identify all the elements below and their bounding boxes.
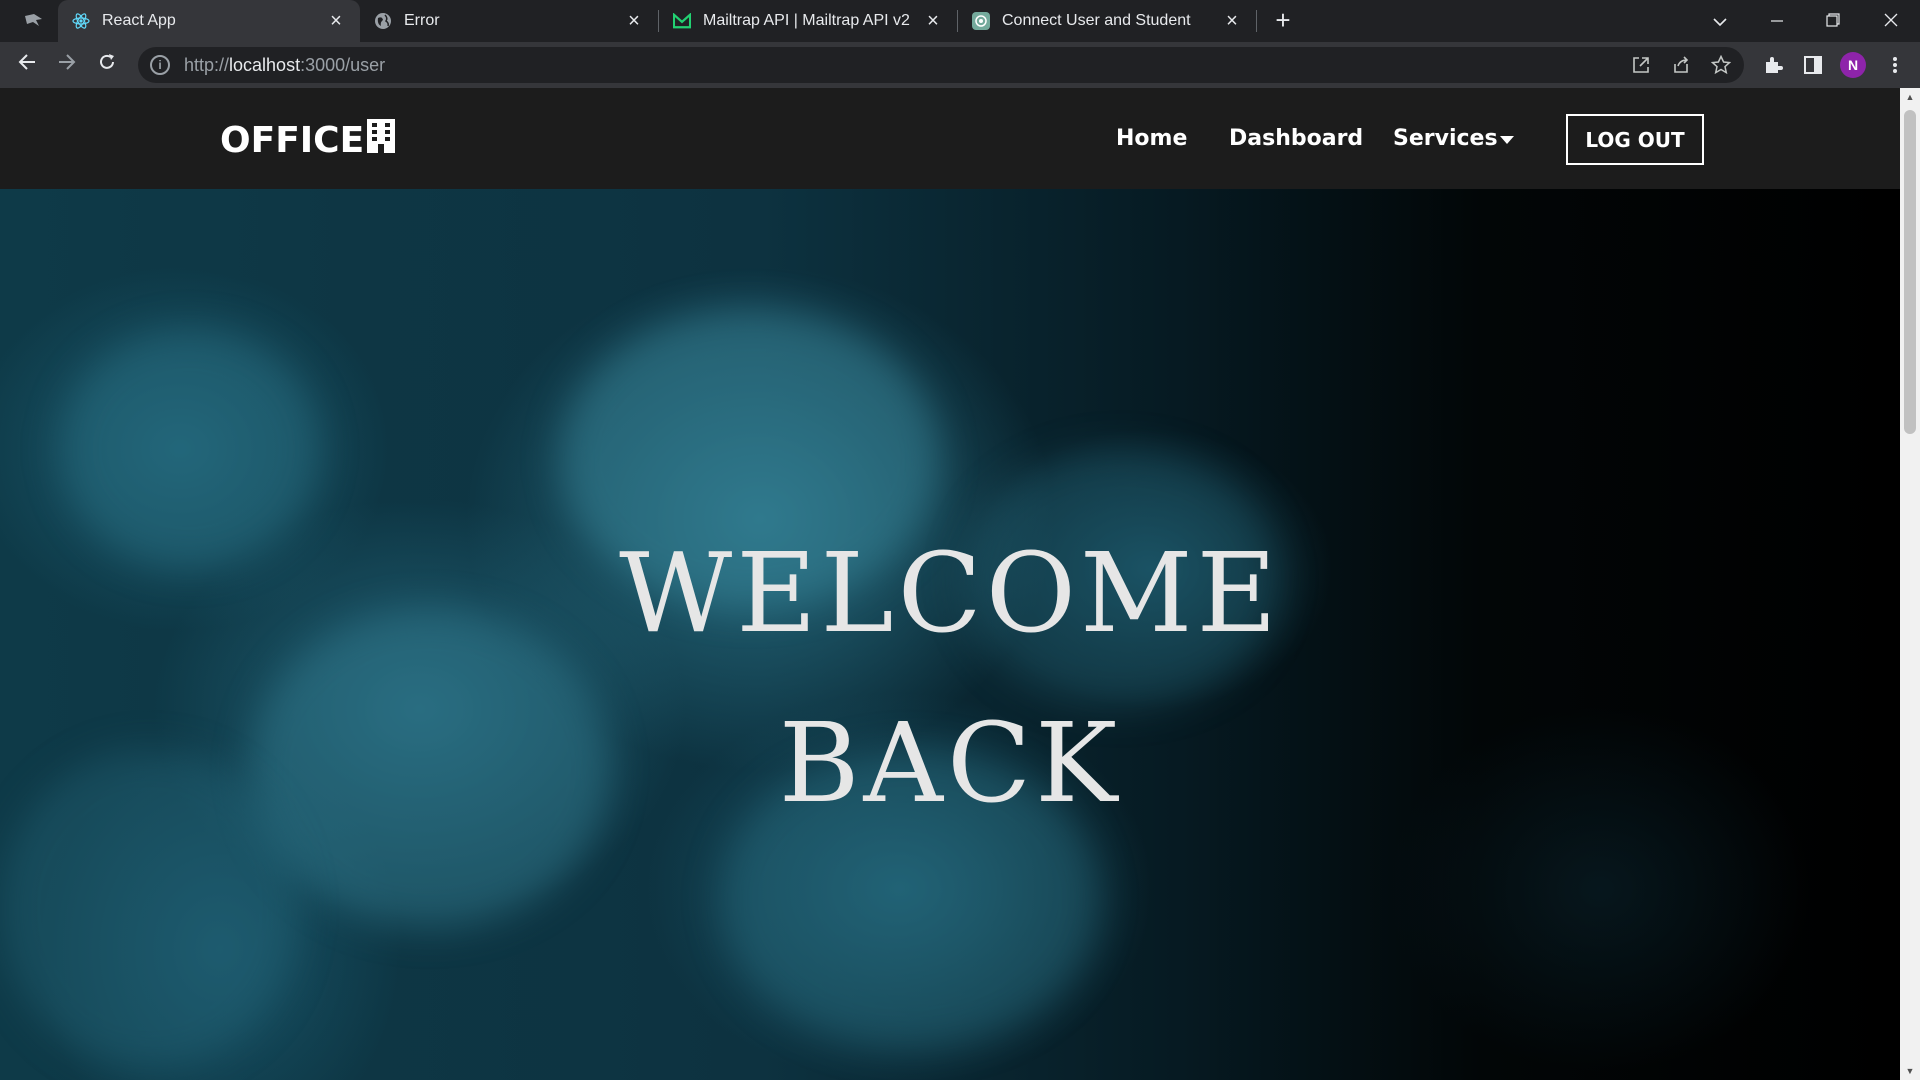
- react-icon: [72, 12, 90, 30]
- scroll-up-icon[interactable]: ▲: [1905, 92, 1915, 102]
- share-icon[interactable]: [1668, 52, 1694, 78]
- close-window-icon[interactable]: [1876, 6, 1906, 36]
- site-logo[interactable]: OFFICE: [220, 118, 396, 163]
- close-tab-icon[interactable]: ×: [923, 11, 943, 31]
- nav-services-label: Services: [1393, 126, 1498, 151]
- tab-react-app[interactable]: React App ×: [58, 0, 360, 42]
- caret-down-icon: [1499, 126, 1514, 151]
- close-tab-icon[interactable]: ×: [624, 11, 644, 31]
- tab-divider: [1256, 10, 1257, 32]
- welcome-line-2: BACK: [778, 699, 1122, 827]
- tab-search-icon[interactable]: [22, 10, 46, 32]
- nav-dashboard-link[interactable]: Dashboard: [1229, 126, 1363, 151]
- nav-home-link[interactable]: Home: [1116, 126, 1187, 151]
- browser-toolbar: i http://localhost:3000/user: [0, 42, 1920, 88]
- hero-section: WELCOME BACK: [0, 189, 1900, 1080]
- scroll-down-icon[interactable]: ▼: [1905, 1066, 1915, 1076]
- side-panel-icon[interactable]: [1798, 50, 1828, 80]
- browser-window: React App × Error × Mailtrap API | Mailt…: [0, 0, 1920, 1080]
- welcome-line-1: WELCOME: [619, 529, 1281, 657]
- mailtrap-icon: [673, 12, 691, 30]
- close-tab-icon[interactable]: ×: [1222, 11, 1242, 31]
- new-tab-button[interactable]: +: [1270, 7, 1296, 34]
- scrollbar-thumb[interactable]: [1904, 110, 1916, 434]
- site-navbar: OFFICE Home Dashboard Services LOG OUT: [0, 88, 1900, 189]
- menu-kebab-icon[interactable]: [1880, 50, 1910, 80]
- site-info-icon[interactable]: i: [150, 55, 170, 75]
- vertical-scrollbar[interactable]: ▲ ▼: [1900, 88, 1920, 1080]
- nav-services-dropdown[interactable]: Services: [1393, 126, 1514, 151]
- office-building-icon: [366, 118, 396, 163]
- tab-title: React App: [102, 12, 176, 29]
- close-tab-icon[interactable]: ×: [326, 11, 346, 31]
- tab-connect-user[interactable]: Connect User and Student ×: [958, 0, 1256, 42]
- back-icon[interactable]: [12, 50, 42, 80]
- tab-strip: React App × Error × Mailtrap API | Mailt…: [0, 0, 1920, 42]
- address-bar[interactable]: i http://localhost:3000/user: [138, 47, 1744, 83]
- logo-text: OFFICE: [220, 120, 365, 161]
- tab-title: Error: [404, 12, 440, 29]
- page-viewport: OFFICE Home Dashboard Services LOG OUT W…: [0, 88, 1900, 1080]
- tab-search-dropdown-icon[interactable]: [1705, 6, 1735, 36]
- logout-button[interactable]: LOG OUT: [1566, 114, 1704, 165]
- openai-icon: [972, 12, 990, 30]
- tab-mailtrap[interactable]: Mailtrap API | Mailtrap API v2 ×: [659, 0, 957, 42]
- tab-title: Connect User and Student: [1002, 12, 1191, 29]
- tab-error[interactable]: Error ×: [360, 0, 658, 42]
- forward-icon[interactable]: [52, 50, 82, 80]
- bookmark-star-icon[interactable]: [1708, 52, 1734, 78]
- tab-title: Mailtrap API | Mailtrap API v2: [703, 12, 910, 29]
- globe-icon: [374, 12, 392, 30]
- extensions-icon[interactable]: [1758, 50, 1788, 80]
- reload-icon[interactable]: [92, 50, 122, 80]
- minimize-icon[interactable]: [1762, 6, 1792, 36]
- url-text: http://localhost:3000/user: [184, 54, 386, 75]
- open-in-app-icon[interactable]: [1628, 52, 1654, 78]
- restore-icon[interactable]: [1818, 6, 1848, 36]
- profile-avatar[interactable]: N: [1840, 52, 1866, 78]
- welcome-heading: WELCOME BACK: [0, 189, 1900, 1080]
